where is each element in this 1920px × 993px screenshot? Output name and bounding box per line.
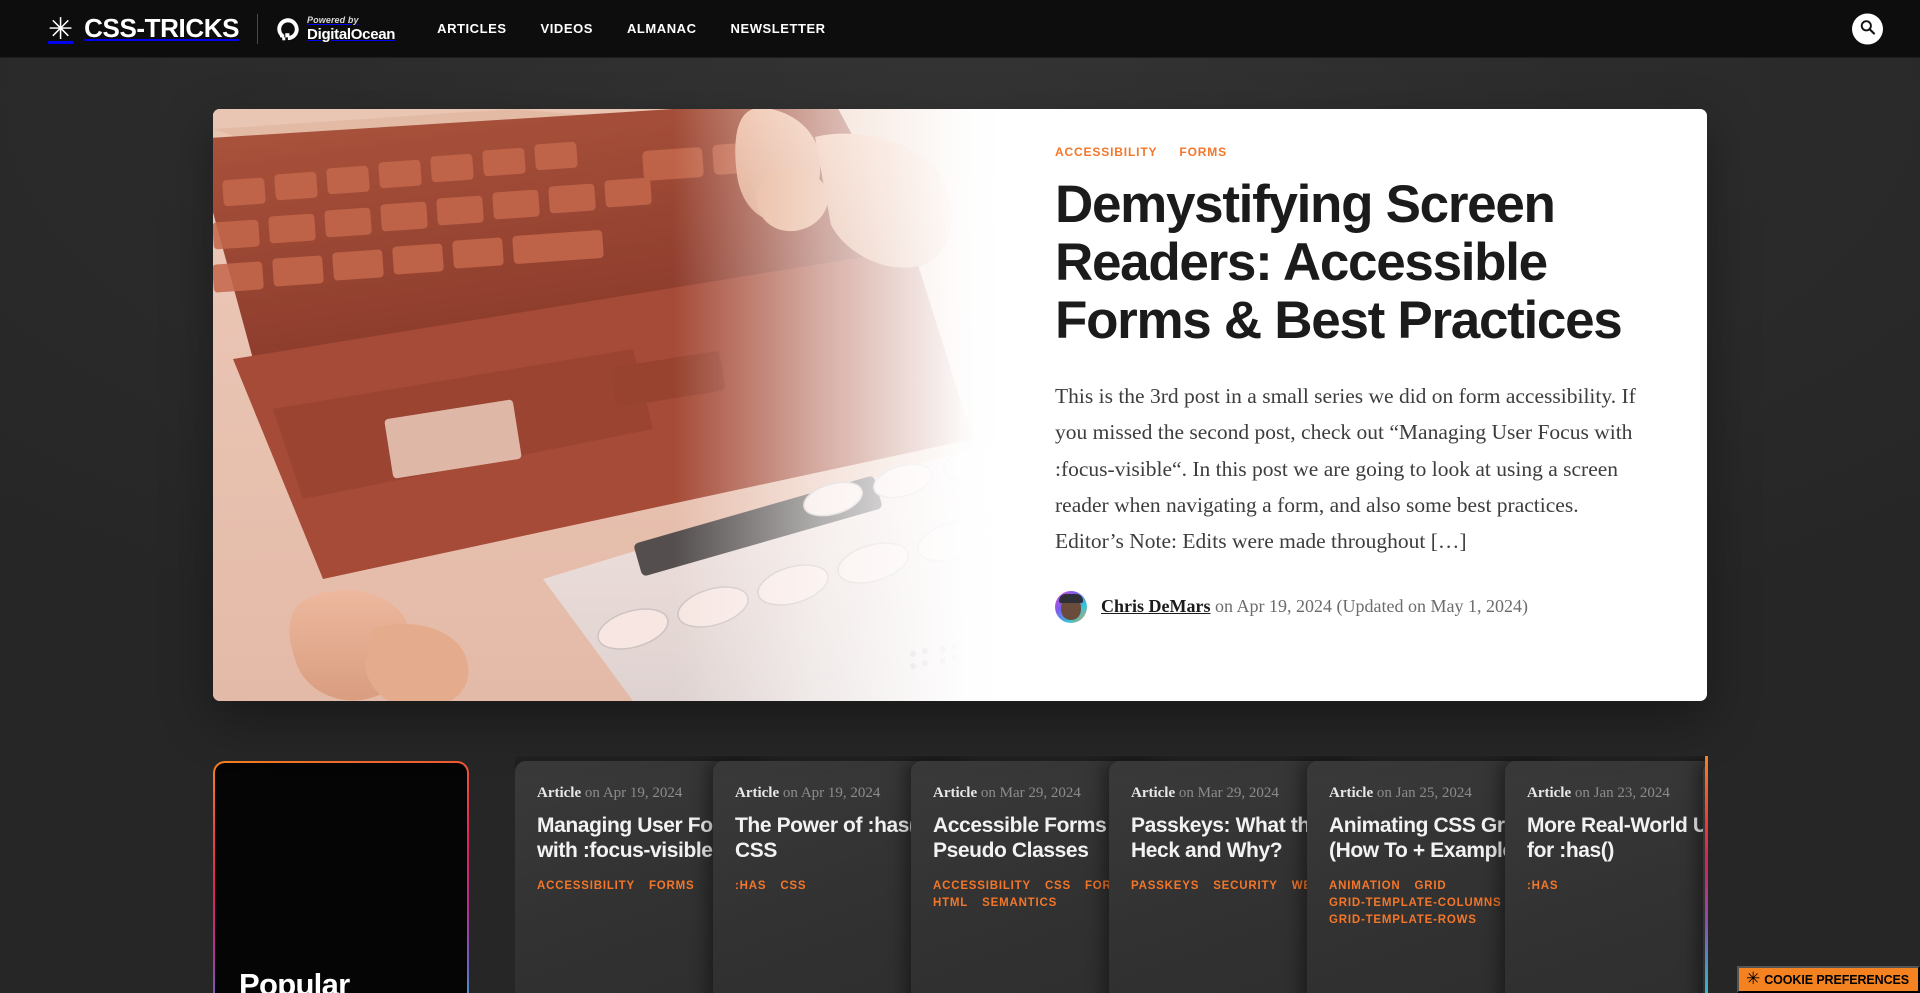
article-card-date: on Jan 25, 2024 <box>1373 785 1472 801</box>
site-logo[interactable]: ✳ CSS-TRICKS <box>48 13 239 44</box>
avatar-cap <box>1059 593 1083 603</box>
brand-name: CSS-TRICKS <box>84 13 240 43</box>
article-card-tag[interactable]: SECURITY <box>1213 880 1278 892</box>
article-card-title-line: for :has() <box>1527 838 1614 862</box>
article-card-date: on Jan 23, 2024 <box>1571 785 1670 801</box>
byline-date: on Apr 19, 2024 (Updated on May 1, 2024) <box>1210 596 1528 617</box>
popular-this-week-card[interactable]: Popularthis <box>213 761 469 993</box>
article-card[interactable]: Article on Jan 23, 2024 More Real-World U… <box>1505 761 1707 993</box>
author-name-link[interactable]: Chris DeMars <box>1101 596 1210 616</box>
article-card-tag[interactable]: :HAS <box>1527 880 1558 892</box>
nav-item-newsletter[interactable]: NEWSLETTER <box>731 21 826 36</box>
article-card-kind: Article <box>1527 785 1572 801</box>
article-card-title[interactable]: More Real-World Usesfor :has() <box>1527 814 1707 864</box>
article-card-title-line: More Real-World Uses <box>1527 814 1707 837</box>
article-card-tag[interactable]: GRID-TEMPLATE-COLUMNS <box>1329 897 1501 909</box>
article-card-tag[interactable]: HTML <box>933 897 968 909</box>
featured-article-card[interactable]: ACCESSIBILITY FORMS Demystifying Screen … <box>213 109 1707 701</box>
popular-card-title: Popularthis <box>239 967 350 993</box>
article-card-tag[interactable]: PASSKEYS <box>1131 880 1199 892</box>
asterisk-icon: ✳ <box>1745 969 1761 989</box>
search-icon <box>1859 19 1876 39</box>
digitalocean-icon <box>276 17 300 41</box>
nav-item-videos[interactable]: VIDEOS <box>541 21 593 36</box>
article-card-tag[interactable]: CSS <box>1045 880 1071 892</box>
article-card-kind: Article <box>933 785 978 801</box>
cookie-preferences-label: COOKIE PREFERENCES <box>1764 972 1909 987</box>
nav-item-articles[interactable]: ARTICLES <box>437 21 506 36</box>
sponsor-name: DigitalOcean <box>307 25 396 43</box>
article-card-kind: Article <box>1329 785 1374 801</box>
article-rail: Popularthis Article on Apr 19, 2024Manag… <box>0 756 1920 993</box>
article-card-tag[interactable]: ANIMATION <box>1329 880 1401 892</box>
article-card-tag[interactable]: GRID-TEMPLATE-ROWS <box>1329 914 1477 926</box>
article-card-tag[interactable]: ACCESSIBILITY <box>537 880 635 892</box>
hero-tag-forms[interactable]: FORMS <box>1179 145 1227 159</box>
article-card-date: on Apr 19, 2024 <box>779 785 881 801</box>
article-card-date: on Apr 19, 2024 <box>581 785 683 801</box>
nav-item-almanac[interactable]: ALMANAC <box>627 21 697 36</box>
digitalocean-sponsor-link[interactable]: Powered by DigitalOcean <box>276 14 396 43</box>
featured-article-excerpt: This is the 3rd post in a small series w… <box>1055 384 1636 553</box>
author-avatar <box>1055 590 1087 623</box>
site-header: ✳ CSS-TRICKS Powered by DigitalOcean ART… <box>0 0 1920 58</box>
article-card-tags: :HAS <box>1527 880 1707 892</box>
article-card-tag[interactable]: CSS <box>780 880 806 892</box>
article-card-tag[interactable]: GRID <box>1415 880 1447 892</box>
article-card-meta: Article on Jan 23, 2024 <box>1527 785 1707 802</box>
asterisk-logo-icon: ✳ <box>48 11 74 47</box>
article-card-date: on Mar 29, 2024 <box>1175 785 1279 801</box>
article-card-tag[interactable]: :HAS <box>735 880 766 892</box>
header-divider <box>257 13 259 44</box>
article-card-kind: Article <box>735 785 780 801</box>
featured-article-tags: ACCESSIBILITY FORMS <box>1055 145 1647 159</box>
hero-image-fade <box>673 109 1003 701</box>
article-cards-scroller[interactable]: Article on Apr 19, 2024 Managing User Foc… <box>515 756 1707 993</box>
main-navigation: ARTICLES VIDEOS ALMANAC NEWSLETTER <box>437 21 825 36</box>
article-card-tag[interactable]: FORMS <box>649 880 695 892</box>
featured-article-byline: Chris DeMars on Apr 19, 2024 (Updated on… <box>1055 590 1647 623</box>
article-card-tag[interactable]: SEMANTICS <box>982 897 1057 909</box>
sponsor-powered-by: Powered by <box>307 14 359 25</box>
rail-gradient-edge <box>1705 756 1708 993</box>
article-card-date: on Mar 29, 2024 <box>977 785 1081 801</box>
featured-article-title[interactable]: Demystifying Screen Readers: Accessible … <box>1055 176 1647 349</box>
search-button[interactable] <box>1852 13 1883 44</box>
article-card-kind: Article <box>537 785 582 801</box>
article-card-kind: Article <box>1131 785 1176 801</box>
featured-article-image <box>213 109 1003 701</box>
cookie-preferences-button[interactable]: ✳ COOKIE PREFERENCES <box>1736 966 1920 993</box>
article-card-tag[interactable]: ACCESSIBILITY <box>933 880 1031 892</box>
hero-tag-accessibility[interactable]: ACCESSIBILITY <box>1055 145 1157 159</box>
